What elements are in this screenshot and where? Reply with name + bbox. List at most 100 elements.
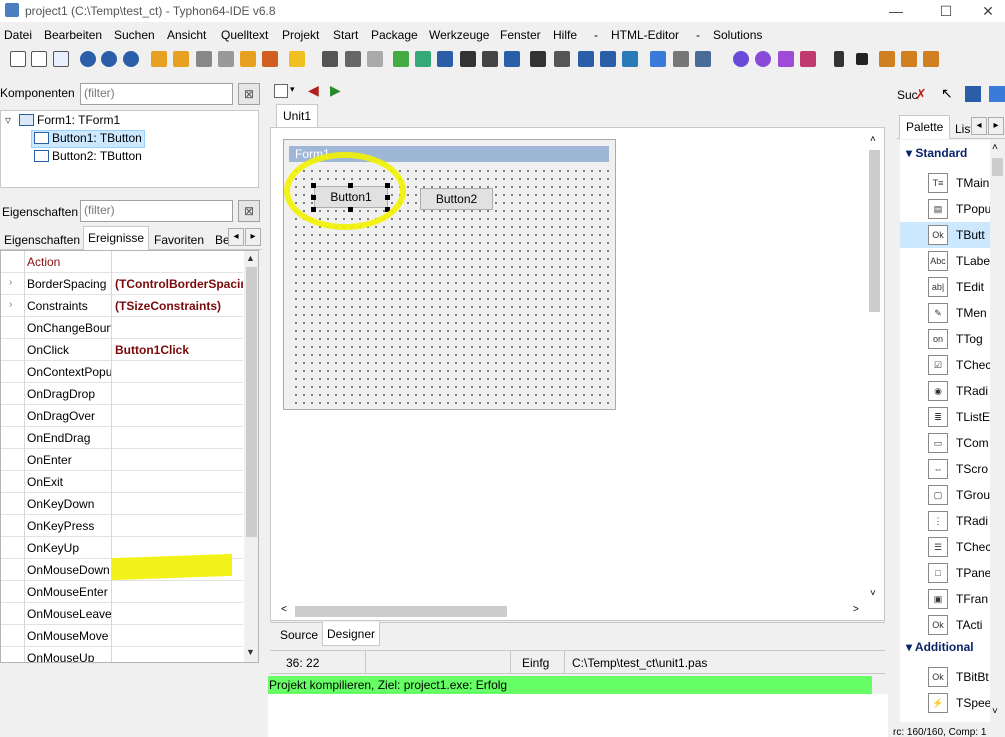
palette-group-header[interactable]: ▾ Additional: [906, 640, 974, 654]
property-row[interactable]: OnContextPopup: [1, 361, 243, 383]
expand-chevron-icon[interactable]: ›: [9, 277, 12, 288]
property-row[interactable]: OnEndDrag: [1, 427, 243, 449]
menu-quelltext[interactable]: Quelltext: [221, 28, 268, 42]
toggle-icon[interactable]: [504, 51, 520, 67]
menu-hilfe[interactable]: Hilfe: [553, 28, 577, 42]
property-row[interactable]: Action: [1, 251, 243, 273]
scroll-down-icon[interactable]: ˅: [870, 588, 876, 599]
palette-item[interactable]: Ok TButt: [900, 222, 990, 248]
component2-icon[interactable]: [218, 51, 234, 67]
new-file-icon[interactable]: [10, 51, 26, 67]
property-row[interactable]: OnClick Button1Click: [1, 339, 243, 361]
scrollbar-thumb[interactable]: [246, 267, 257, 537]
property-row[interactable]: OnMouseUp: [1, 647, 243, 662]
tab-source[interactable]: Source: [276, 625, 322, 645]
property-value[interactable]: (TControlBorderSpacing): [115, 277, 243, 291]
binoculars-icon[interactable]: [530, 51, 546, 67]
property-row[interactable]: OnChangeBounds: [1, 317, 243, 339]
property-row[interactable]: OnMouseLeave: [1, 603, 243, 625]
scrollbar-thumb[interactable]: [992, 158, 1003, 176]
palette-item[interactable]: ▢ TGrou: [900, 482, 990, 508]
editor-menu-icon[interactable]: [274, 84, 288, 98]
tree-icon[interactable]: [437, 51, 453, 67]
menu-datei[interactable]: Datei: [4, 28, 32, 42]
palette-item[interactable]: □ TPane: [900, 560, 990, 586]
palette-item[interactable]: ⇔ TScro: [900, 456, 990, 482]
property-row[interactable]: OnExit: [1, 471, 243, 493]
tab-scroll-left-icon[interactable]: ◂: [971, 117, 987, 135]
tree-item-button1[interactable]: Button1: TButton: [52, 131, 142, 145]
compile-message[interactable]: Projekt kompilieren, Ziel: project1.exe:…: [268, 676, 872, 694]
property-row[interactable]: › Constraints (TSizeConstraints): [1, 295, 243, 317]
tab-scroll-right-icon[interactable]: ▸: [245, 228, 261, 246]
tab-palette[interactable]: Palette: [899, 115, 951, 139]
close-file-icon[interactable]: [367, 51, 383, 67]
palette-item[interactable]: on TTog: [900, 326, 990, 352]
flag-icon[interactable]: [650, 51, 666, 67]
components-filter-input[interactable]: (filter): [80, 83, 233, 105]
back-arrow-icon[interactable]: ◀: [308, 82, 319, 99]
file-tab-unit1[interactable]: Unit1: [276, 104, 318, 128]
clear-filter-icon[interactable]: ⊠: [238, 200, 260, 222]
collapse-arrow-icon[interactable]: ▾: [906, 640, 915, 654]
tab-list[interactable]: Liste: [951, 119, 971, 139]
menu-fenster[interactable]: Fenster: [500, 28, 541, 42]
scrollbar-thumb[interactable]: [869, 150, 880, 312]
find-next-icon[interactable]: [101, 51, 117, 67]
run-icon[interactable]: [778, 51, 794, 67]
gear-icon[interactable]: [733, 51, 749, 67]
component-icon[interactable]: [196, 51, 212, 67]
properties-filter-input[interactable]: (filter): [80, 200, 233, 222]
scroll-up-icon[interactable]: ˄: [992, 142, 998, 153]
window-icon[interactable]: [482, 51, 498, 67]
tree-collapse-icon[interactable]: ▿: [5, 113, 11, 127]
menu-solutions[interactable]: Solutions: [713, 28, 762, 42]
palette-group-header[interactable]: ▾ Standard: [906, 146, 967, 160]
hierarchy-icon[interactable]: [965, 86, 981, 102]
view2-icon[interactable]: [600, 51, 616, 67]
stop-icon[interactable]: [856, 53, 868, 65]
open-folder-icon[interactable]: [289, 51, 305, 67]
chevron-down-icon[interactable]: ▾: [290, 84, 295, 95]
hierarchy-icon[interactable]: [622, 51, 638, 67]
menu-package[interactable]: Package: [371, 28, 418, 42]
cursor-icon[interactable]: ↖: [941, 85, 953, 102]
palette-item[interactable]: Ok TBitBt: [900, 664, 990, 690]
run-params-icon[interactable]: [800, 51, 816, 67]
list-icon[interactable]: [554, 51, 570, 67]
gears-icon[interactable]: [755, 51, 771, 67]
clear-filter-icon[interactable]: ⊠: [238, 83, 260, 105]
view-icon[interactable]: [578, 51, 594, 67]
property-row[interactable]: OnKeyPress: [1, 515, 243, 537]
palette-item[interactable]: ✎ TMen: [900, 300, 990, 326]
palette-item[interactable]: ☑ TChec: [900, 352, 990, 378]
close-button[interactable]: ✕: [972, 2, 1004, 20]
menu-ansicht[interactable]: Ansicht: [167, 28, 206, 42]
palette-item[interactable]: ▤ TPopu: [900, 196, 990, 222]
palette-item[interactable]: ◉ TRadi: [900, 378, 990, 404]
menu-suchen[interactable]: Suchen: [114, 28, 155, 42]
property-row[interactable]: OnMouseEnter: [1, 581, 243, 603]
tab-events[interactable]: Ereignisse: [83, 226, 150, 250]
scrollbar-thumb[interactable]: [295, 606, 507, 617]
palette-item[interactable]: ⋮ TRadi: [900, 508, 990, 534]
forward-arrow-icon[interactable]: ▶: [330, 82, 341, 99]
windows-icon[interactable]: [460, 51, 476, 67]
tools-icon[interactable]: [262, 51, 278, 67]
pause-icon[interactable]: [834, 51, 844, 67]
menu-start[interactable]: Start: [333, 28, 358, 42]
package-icon[interactable]: [151, 51, 167, 67]
palette-item[interactable]: ≣ TListE: [900, 404, 990, 430]
palette-scrollbar[interactable]: ˄ ˅: [990, 140, 1005, 722]
cut-icon[interactable]: [673, 51, 689, 67]
step-into-icon[interactable]: [879, 51, 895, 67]
edit-icon[interactable]: [393, 51, 409, 67]
replace-icon[interactable]: [123, 51, 139, 67]
clear-search-icon[interactable]: ✗: [915, 86, 927, 103]
scroll-up-icon[interactable]: ▲: [246, 253, 255, 263]
menu-projekt[interactable]: Projekt: [282, 28, 319, 42]
property-row[interactable]: › BorderSpacing (TControlBorderSpacing): [1, 273, 243, 295]
property-row[interactable]: OnDragDrop: [1, 383, 243, 405]
tree-item-button2[interactable]: Button2: TButton: [52, 149, 142, 163]
new-form-icon[interactable]: [31, 51, 47, 67]
